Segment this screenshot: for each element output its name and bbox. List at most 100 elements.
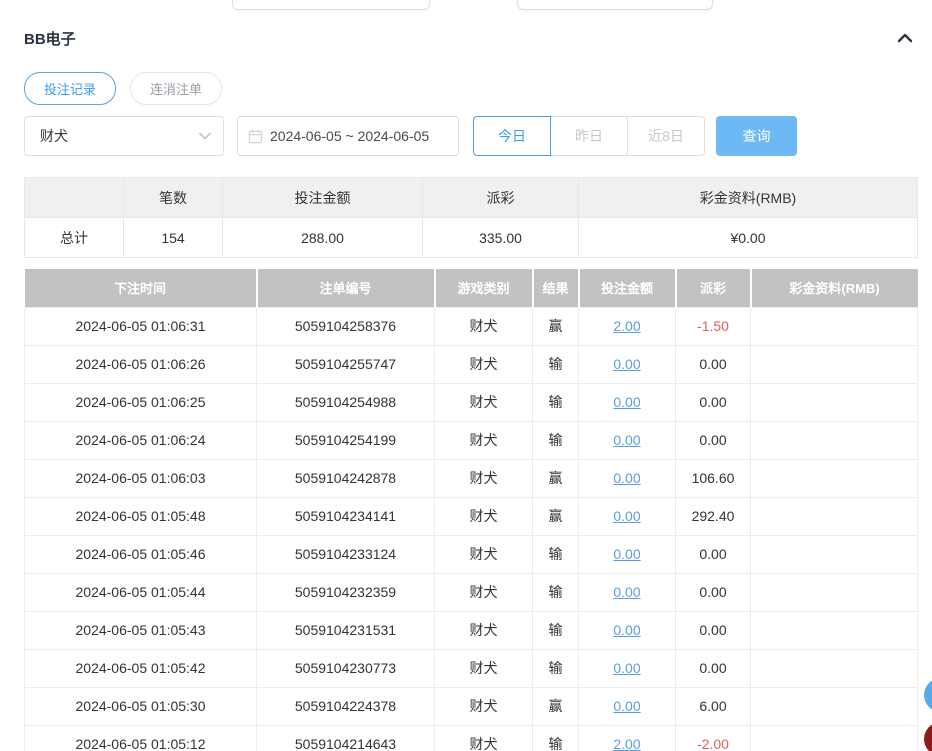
bet-amount-cell: 0.00 [579,421,676,459]
float-button-red[interactable] [924,722,932,751]
quick-range-today[interactable]: 今日 [473,116,551,156]
order-number-cell: 5059104233124 [257,535,435,573]
tab-cancelled-orders[interactable]: 连消注单 [130,72,222,105]
bet-time-cell: 2024-06-05 01:05:44 [25,573,257,611]
bonus-cell [751,497,918,535]
result-cell: 赢 [533,307,579,345]
top-input-right[interactable] [517,0,713,10]
payout-cell: 0.00 [676,649,751,687]
bet-amount-cell: 2.00 [579,725,676,751]
panel-title: BB电子 [24,28,76,49]
bet-amount-link[interactable]: 2.00 [613,736,640,751]
records-section: 下注时间注单编号游戏类别结果投注金额派彩彩金资料(RMB) 2024-06-05… [24,269,918,751]
bet-time-cell: 2024-06-05 01:05:43 [25,611,257,649]
game-type-cell: 财犬 [435,573,533,611]
order-number-cell: 5059104234141 [257,497,435,535]
payout-cell: 292.40 [676,497,751,535]
summary-bet-amount: 288.00 [223,218,423,258]
tab-bet-records[interactable]: 投注记录 [24,72,116,105]
order-number-cell: 5059104231531 [257,611,435,649]
bet-amount-cell: 0.00 [579,535,676,573]
bet-amount-link[interactable]: 0.00 [613,546,640,562]
bonus-cell [751,687,918,725]
summary-total-row: 总计 154 288.00 335.00 ¥0.00 [25,218,918,258]
bet-time-cell: 2024-06-05 01:06:03 [25,459,257,497]
game-type-cell: 财犬 [435,611,533,649]
calendar-icon [248,129,263,144]
date-range-picker[interactable]: 2024-06-05 ~ 2024-06-05 [237,116,459,156]
bet-amount-link[interactable]: 0.00 [613,394,640,410]
result-cell: 赢 [533,497,579,535]
page: BB电子 投注记录连消注单 财犬 2024-06-05 ~ [0,0,932,751]
table-row: 2024-06-05 01:06:035059104242878财犬赢0.001… [25,459,918,497]
panel-header: BB电子 [24,28,917,48]
result-cell: 赢 [533,687,579,725]
summary-section: 笔数投注金额派彩彩金资料(RMB) 总计 154 288.00 335.00 ¥… [24,177,918,258]
summary-column-header [25,178,124,218]
bet-time-cell: 2024-06-05 01:06:24 [25,421,257,459]
table-row: 2024-06-05 01:05:125059104214643财犬输2.00-… [25,725,918,751]
top-input-left[interactable] [232,0,430,10]
bet-amount-link[interactable]: 0.00 [613,622,640,638]
bet-time-cell: 2024-06-05 01:05:48 [25,497,257,535]
tab-bar: 投注记录连消注单 [24,72,222,105]
order-number-cell: 5059104258376 [257,307,435,345]
result-cell: 输 [533,725,579,751]
result-cell: 输 [533,649,579,687]
game-type-cell: 财犬 [435,459,533,497]
bonus-cell [751,535,918,573]
payout-cell: 0.00 [676,535,751,573]
records-column-header: 派彩 [676,269,751,307]
result-cell: 输 [533,421,579,459]
date-range-value: 2024-06-05 ~ 2024-06-05 [270,128,429,144]
payout-cell: 0.00 [676,573,751,611]
table-row: 2024-06-05 01:06:245059104254199财犬输0.000… [25,421,918,459]
bet-time-cell: 2024-06-05 01:06:26 [25,345,257,383]
records-column-header: 彩金资料(RMB) [751,269,918,307]
chevron-down-icon [199,132,211,140]
order-number-cell: 5059104214643 [257,725,435,751]
game-select[interactable]: 财犬 [24,116,224,156]
bet-amount-cell: 0.00 [579,687,676,725]
collapse-button[interactable] [893,28,917,48]
search-button[interactable]: 查询 [716,116,797,156]
table-row: 2024-06-05 01:05:485059104234141财犬赢0.002… [25,497,918,535]
bet-amount-link[interactable]: 0.00 [613,698,640,714]
bet-amount-link[interactable]: 0.00 [613,584,640,600]
payout-cell: 0.00 [676,421,751,459]
table-row: 2024-06-05 01:06:255059104254988财犬输0.000… [25,383,918,421]
records-table: 下注时间注单编号游戏类别结果投注金额派彩彩金资料(RMB) 2024-06-05… [24,269,918,751]
table-row: 2024-06-05 01:06:315059104258376财犬赢2.00-… [25,307,918,345]
result-cell: 输 [533,383,579,421]
game-type-cell: 财犬 [435,649,533,687]
game-type-cell: 财犬 [435,383,533,421]
result-cell: 输 [533,535,579,573]
bonus-cell [751,459,918,497]
quick-range-yesterday[interactable]: 昨日 [550,116,628,156]
bet-amount-link[interactable]: 0.00 [613,432,640,448]
bet-time-cell: 2024-06-05 01:05:46 [25,535,257,573]
order-number-cell: 5059104242878 [257,459,435,497]
records-column-header: 投注金额 [579,269,676,307]
bet-time-cell: 2024-06-05 01:06:25 [25,383,257,421]
bonus-cell [751,573,918,611]
float-button-blue[interactable] [924,678,932,712]
bet-amount-link[interactable]: 0.00 [613,470,640,486]
payout-cell: 0.00 [676,611,751,649]
bet-amount-link[interactable]: 0.00 [613,356,640,372]
game-type-cell: 财犬 [435,535,533,573]
bet-amount-link[interactable]: 0.00 [613,508,640,524]
bet-amount-link[interactable]: 0.00 [613,660,640,676]
bet-amount-link[interactable]: 2.00 [613,318,640,334]
bet-amount-cell: 0.00 [579,649,676,687]
summary-column-header: 彩金资料(RMB) [579,178,918,218]
bonus-cell [751,421,918,459]
result-cell: 输 [533,611,579,649]
quick-range-group: 今日昨日近8日 [473,116,705,156]
table-row: 2024-06-05 01:05:465059104233124财犬输 0.00 0… [25,535,918,573]
summary-column-header: 投注金额 [223,178,423,218]
summary-total-label: 总计 [25,218,124,258]
quick-range-last-8-days[interactable]: 近8日 [627,116,705,156]
bonus-cell [751,307,918,345]
bet-amount-cell: 2.00 [579,307,676,345]
